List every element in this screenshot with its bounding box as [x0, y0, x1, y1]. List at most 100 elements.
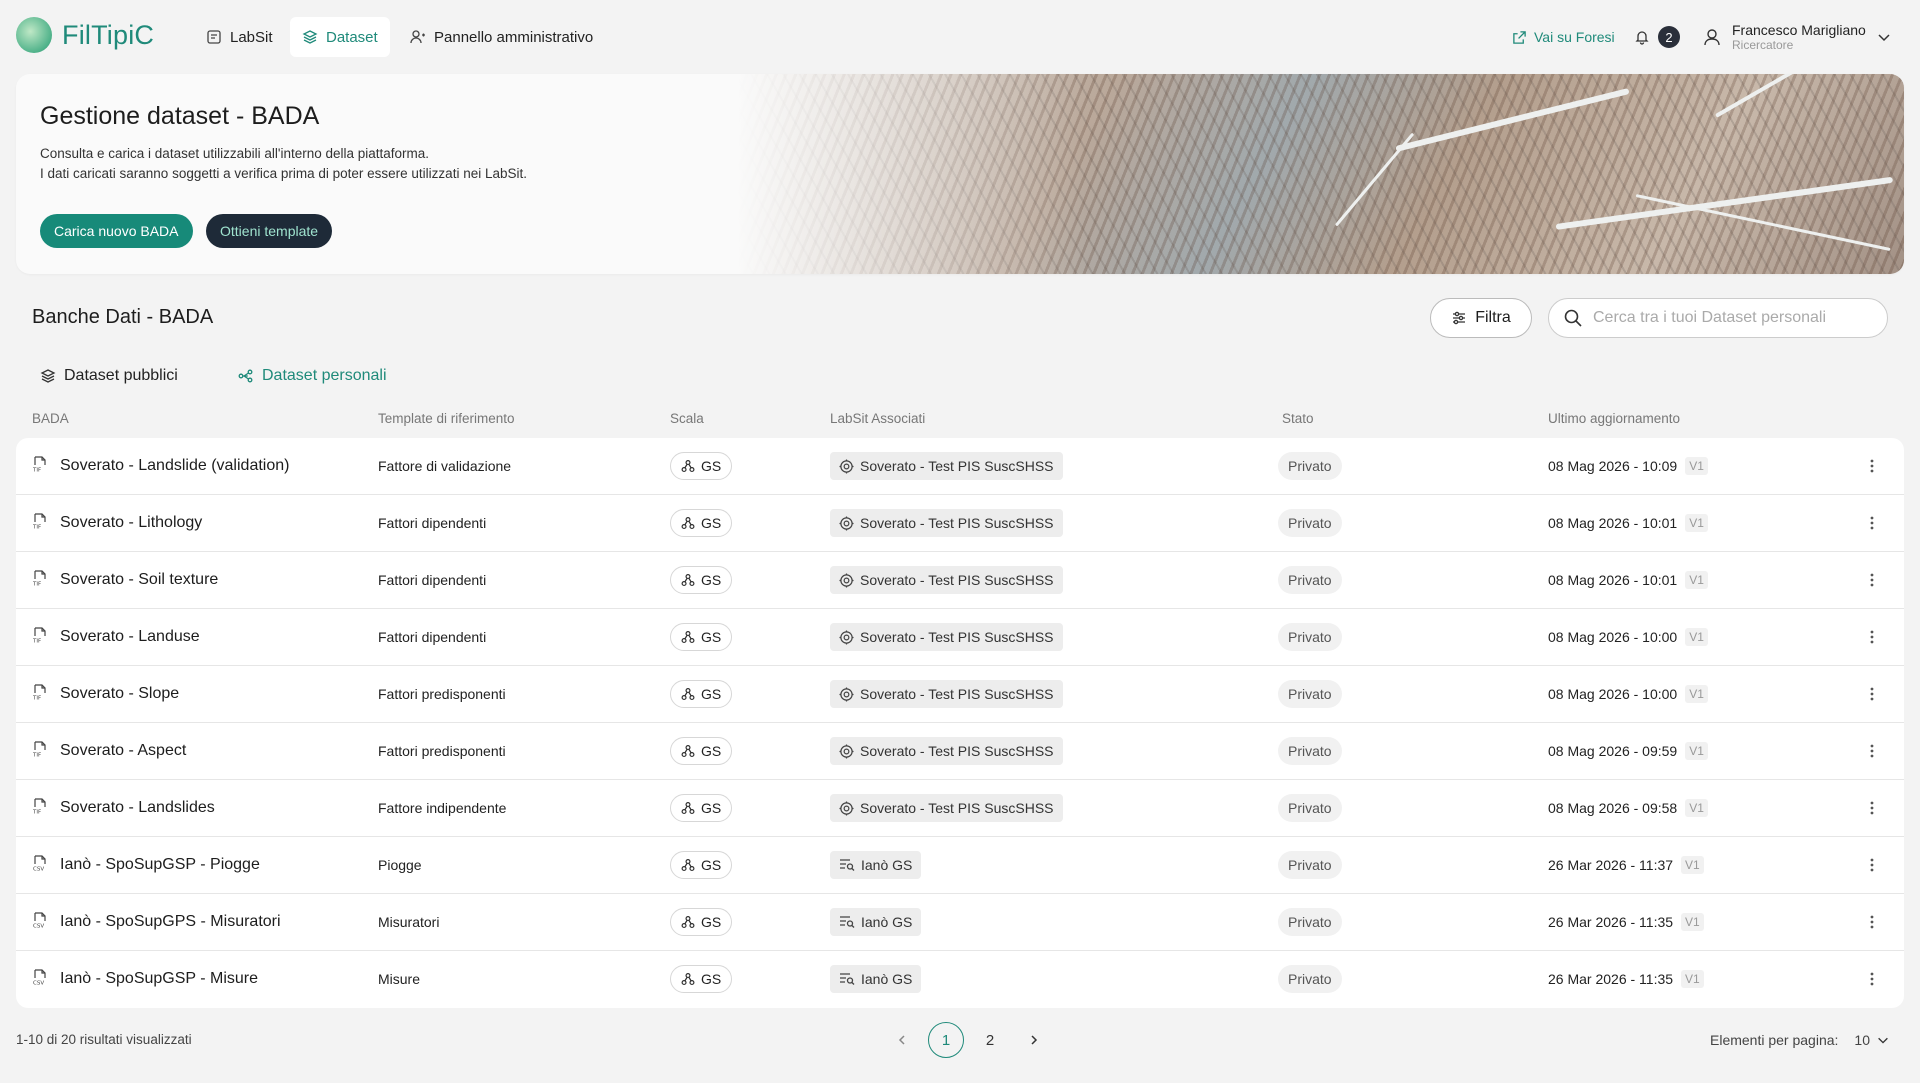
- table-row[interactable]: TIF Soverato - Landslide (validation) Fa…: [16, 438, 1904, 495]
- filter-button[interactable]: Filtra: [1430, 298, 1532, 338]
- status-cell: Privato: [1278, 723, 1342, 779]
- labsit-cell: Soverato - Test PIS SuscSHSS: [830, 552, 1063, 608]
- table-row[interactable]: CSV Ianò - SpoSupGSP - Piogge Piogge GS …: [16, 837, 1904, 894]
- labsit-label: Ianò GS: [861, 857, 913, 873]
- status-cell: Privato: [1278, 837, 1342, 893]
- version-badge: V1: [1685, 628, 1708, 646]
- admin-user-icon: [410, 30, 425, 44]
- labsit-label: Ianò GS: [861, 914, 913, 930]
- table-row[interactable]: TIF Soverato - Lithology Fattori dipende…: [16, 495, 1904, 552]
- col-labsit[interactable]: LabSit Associati: [830, 411, 925, 426]
- updated-date: 08 Mag 2026 - 10:00: [1548, 686, 1678, 702]
- updated-date: 08 Mag 2026 - 09:58: [1548, 800, 1678, 816]
- per-page-select[interactable]: 10: [1854, 1032, 1890, 1048]
- nav-labsit-label: LabSit: [230, 28, 273, 46]
- dataset-name[interactable]: Soverato - Aspect: [60, 742, 186, 760]
- labsit-chip[interactable]: Soverato - Test PIS SuscSHSS: [830, 680, 1063, 708]
- tif-icon: TIF: [32, 626, 48, 648]
- row-more-button[interactable]: [1862, 951, 1882, 1007]
- row-more-button[interactable]: [1862, 894, 1882, 950]
- col-updated[interactable]: Ultimo aggiornamento: [1548, 411, 1680, 426]
- layers-icon: [302, 30, 318, 44]
- table-row[interactable]: TIF Soverato - Landuse Fattori dipendent…: [16, 609, 1904, 666]
- table-row[interactable]: TIF Soverato - Landslides Fattore indipe…: [16, 780, 1904, 837]
- labsit-cell: Soverato - Test PIS SuscSHSS: [830, 609, 1063, 665]
- dataset-name[interactable]: Soverato - Soil texture: [60, 571, 218, 589]
- dataset-name[interactable]: Soverato - Landuse: [60, 628, 200, 646]
- table-row[interactable]: TIF Soverato - Aspect Fattori predispone…: [16, 723, 1904, 780]
- nav-admin[interactable]: Pannello amministrativo: [398, 17, 605, 57]
- template-cell: Fattori dipendenti: [378, 572, 487, 588]
- scale-label: GS: [701, 629, 722, 645]
- dataset-name[interactable]: Ianò - SpoSupGPS - Misuratori: [60, 913, 281, 931]
- nav-labsit[interactable]: LabSit: [194, 17, 285, 57]
- row-more-button[interactable]: [1862, 438, 1882, 494]
- labsit-chip[interactable]: Ianò GS: [830, 965, 922, 993]
- col-bada[interactable]: BADA: [32, 411, 69, 426]
- tif-icon: TIF: [32, 569, 48, 591]
- target-icon: [839, 800, 854, 816]
- nav-dataset[interactable]: Dataset: [290, 17, 390, 57]
- table-row[interactable]: TIF Soverato - Slope Fattori predisponen…: [16, 666, 1904, 723]
- dataset-name[interactable]: Soverato - Landslides: [60, 799, 215, 817]
- hierarchy-icon: [681, 801, 695, 815]
- col-stato[interactable]: Stato: [1282, 411, 1314, 426]
- updated-cell: 08 Mag 2026 - 09:58 V1: [1548, 780, 1708, 836]
- get-template-button[interactable]: Ottieni template: [206, 214, 333, 248]
- scale-label: GS: [701, 572, 722, 588]
- tab-personal-datasets[interactable]: Dataset personali: [238, 364, 387, 388]
- dataset-name[interactable]: Soverato - Slope: [60, 685, 179, 703]
- dataset-name[interactable]: Ianò - SpoSupGSP - Piogge: [60, 856, 260, 874]
- labsit-chip[interactable]: Soverato - Test PIS SuscSHSS: [830, 509, 1063, 537]
- labsit-chip[interactable]: Soverato - Test PIS SuscSHSS: [830, 794, 1063, 822]
- row-more-button[interactable]: [1862, 552, 1882, 608]
- dataset-name[interactable]: Soverato - Landslide (validation): [60, 457, 289, 475]
- search-box[interactable]: [1548, 298, 1888, 338]
- description-line-2: I dati caricati saranno soggetti a verif…: [40, 166, 527, 181]
- scale-badge: GS: [670, 680, 733, 708]
- row-more-button[interactable]: [1862, 666, 1882, 722]
- dataset-name[interactable]: Ianò - SpoSupGSP - Misure: [60, 970, 258, 988]
- labsit-chip[interactable]: Soverato - Test PIS SuscSHSS: [830, 737, 1063, 765]
- labsit-chip[interactable]: Ianò GS: [830, 908, 922, 936]
- table-row[interactable]: CSV Ianò - SpoSupGSP - Misure Misure GS …: [16, 951, 1904, 1008]
- foresi-link[interactable]: Vai su Foresi: [1512, 20, 1615, 54]
- page-2-button[interactable]: 2: [972, 1022, 1008, 1058]
- tif-icon: TIF: [32, 740, 48, 762]
- prev-page-button[interactable]: [884, 1022, 920, 1058]
- table-row[interactable]: CSV Ianò - SpoSupGPS - Misuratori Misura…: [16, 894, 1904, 951]
- app-logo[interactable]: FilTipiC: [16, 17, 154, 53]
- tab-public-label: Dataset pubblici: [64, 367, 178, 384]
- upload-bada-button[interactable]: Carica nuovo BADA: [40, 214, 193, 248]
- search-input[interactable]: [1593, 309, 1873, 327]
- tab-public-datasets[interactable]: Dataset pubblici: [40, 364, 178, 388]
- next-page-button[interactable]: [1016, 1022, 1052, 1058]
- svg-text:CSV: CSV: [33, 866, 44, 871]
- updated-date: 08 Mag 2026 - 10:00: [1548, 629, 1678, 645]
- pagination: 1 2: [880, 1022, 1056, 1058]
- row-more-button[interactable]: [1862, 723, 1882, 779]
- table-row[interactable]: TIF Soverato - Soil texture Fattori dipe…: [16, 552, 1904, 609]
- page-description: Consulta e carica i dataset utilizzabili…: [40, 144, 527, 184]
- row-more-button[interactable]: [1862, 495, 1882, 551]
- bell-icon: [1635, 31, 1649, 45]
- user-menu[interactable]: Francesco Marigliano Ricercatore: [1702, 20, 1892, 54]
- updated-cell: 26 Mar 2026 - 11:35 V1: [1548, 894, 1704, 950]
- page-1-button[interactable]: 1: [928, 1022, 964, 1058]
- labsit-chip[interactable]: Ianò GS: [830, 851, 922, 879]
- labsit-chip[interactable]: Soverato - Test PIS SuscSHSS: [830, 623, 1063, 651]
- labsit-chip[interactable]: Soverato - Test PIS SuscSHSS: [830, 452, 1063, 480]
- col-scala[interactable]: Scala: [670, 411, 704, 426]
- row-more-button[interactable]: [1862, 609, 1882, 665]
- status-cell: Privato: [1278, 495, 1342, 551]
- labsit-chip[interactable]: Soverato - Test PIS SuscSHSS: [830, 566, 1063, 594]
- labsit-label: Soverato - Test PIS SuscSHSS: [860, 572, 1054, 588]
- notifications-button[interactable]: 2: [1634, 20, 1680, 54]
- col-template[interactable]: Template di riferimento: [378, 411, 515, 426]
- row-more-button[interactable]: [1862, 780, 1882, 836]
- dataset-name-cell: TIF Soverato - Soil texture: [32, 552, 218, 608]
- updated-cell: 08 Mag 2026 - 10:09 V1: [1548, 438, 1708, 494]
- dataset-name[interactable]: Soverato - Lithology: [60, 514, 202, 532]
- chevron-right-icon: [1031, 1035, 1038, 1045]
- row-more-button[interactable]: [1862, 837, 1882, 893]
